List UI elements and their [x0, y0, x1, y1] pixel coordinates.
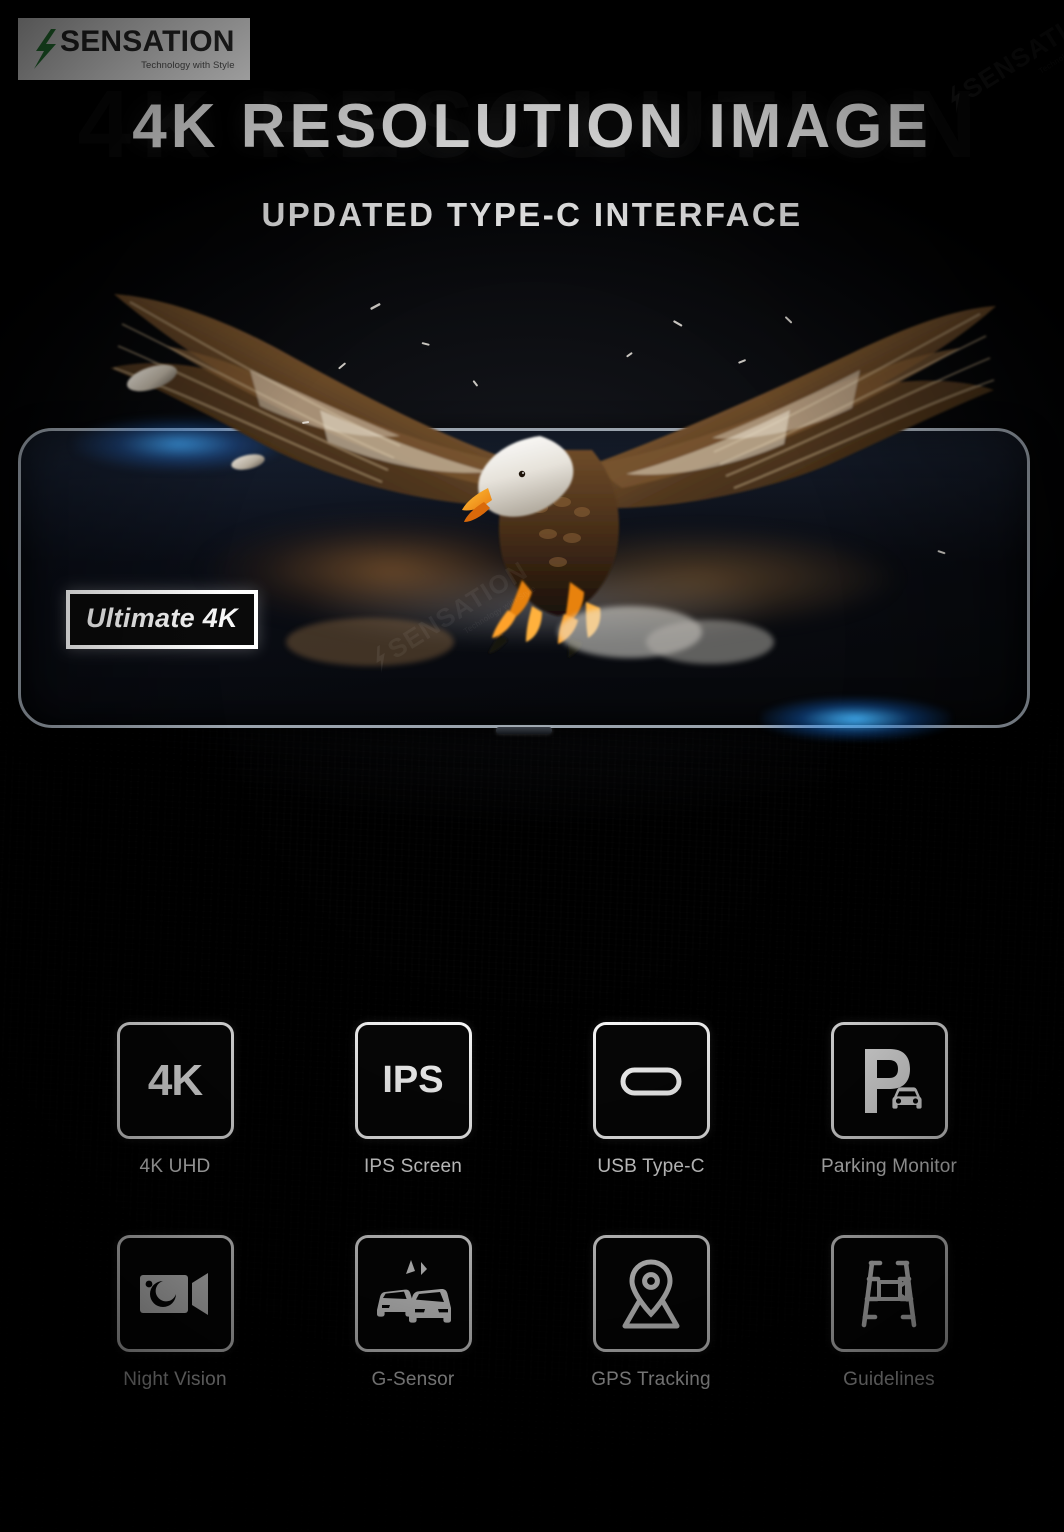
usb-c-port-glyph: [620, 1067, 682, 1095]
parking-monitor-icon: [830, 1022, 948, 1139]
brand-logo: SENSATION Technology with Style: [18, 18, 250, 80]
feature-row-1: 4K 4K UHD IPS IPS Screen USB Type-C Park…: [56, 1022, 1008, 1178]
watermark-name-2: SENSATION: [957, 0, 1064, 105]
feature-label: Parking Monitor: [820, 1156, 958, 1177]
feature-parking-monitor[interactable]: Parking Monitor: [770, 1022, 1008, 1178]
map-pin-glyph: [622, 1258, 680, 1328]
feature-ips-screen[interactable]: IPS IPS Screen: [294, 1022, 532, 1178]
ultimate-4k-badge: Ultimate 4K: [66, 590, 258, 649]
collision-cars-glyph: [377, 1259, 451, 1323]
parking-p-car-glyph: [865, 1048, 922, 1113]
usb-type-c-icon: [592, 1022, 710, 1139]
4k-glyph: 4K: [147, 1055, 203, 1105]
feature-label: GPS Tracking: [591, 1369, 711, 1390]
feature-usb-type-c[interactable]: USB Type-C: [532, 1022, 770, 1178]
product-banner: 4K RESOLUTION IMAGE UPDATED TYPE-C INTER…: [0, 0, 1064, 1532]
parking-guidelines-glyph: [861, 1260, 917, 1327]
feature-4k-uhd[interactable]: 4K 4K UHD: [56, 1022, 294, 1178]
night-vision-icon: [116, 1235, 234, 1352]
feature-label: 4K UHD: [139, 1156, 211, 1177]
page-title: 4K RESOLUTION IMAGE: [132, 92, 932, 161]
feature-label: Night Vision: [123, 1369, 227, 1390]
watermark-tagline-2: Technology with Style: [1037, 24, 1064, 76]
feature-label: USB Type-C: [597, 1156, 705, 1177]
ips-icon: IPS: [354, 1022, 472, 1139]
feature-label: IPS Screen: [363, 1156, 463, 1177]
lightning-bolt-icon: [34, 29, 56, 69]
feature-night-vision[interactable]: Night Vision: [56, 1235, 294, 1391]
g-sensor-icon: [354, 1235, 472, 1352]
feature-grid: 4K 4K UHD IPS IPS Screen USB Type-C Park…: [56, 1022, 1008, 1391]
feature-g-sensor[interactable]: G-Sensor: [294, 1235, 532, 1391]
brand-tagline: Technology with Style: [141, 60, 235, 72]
feature-gps-tracking[interactable]: GPS Tracking: [532, 1235, 770, 1391]
camcorder-moon-glyph: [140, 1272, 208, 1315]
gps-tracking-icon: [592, 1235, 710, 1352]
page-subtitle: UPDATED TYPE-C INTERFACE: [261, 196, 803, 233]
guidelines-icon: [830, 1235, 948, 1352]
feature-label: Guidelines: [843, 1369, 935, 1390]
feature-guidelines[interactable]: Guidelines: [770, 1235, 1008, 1391]
ips-glyph: IPS: [382, 1059, 444, 1101]
brand-name: SENSATION: [60, 25, 235, 59]
device-glow-bottom-right: [761, 697, 951, 741]
4k-icon: 4K: [116, 1022, 234, 1139]
device-mount-bracket: [496, 727, 552, 734]
feature-label: G-Sensor: [371, 1369, 455, 1390]
feature-row-2: Night Vision G-Sensor GPS Tracking Guide…: [56, 1235, 1008, 1391]
